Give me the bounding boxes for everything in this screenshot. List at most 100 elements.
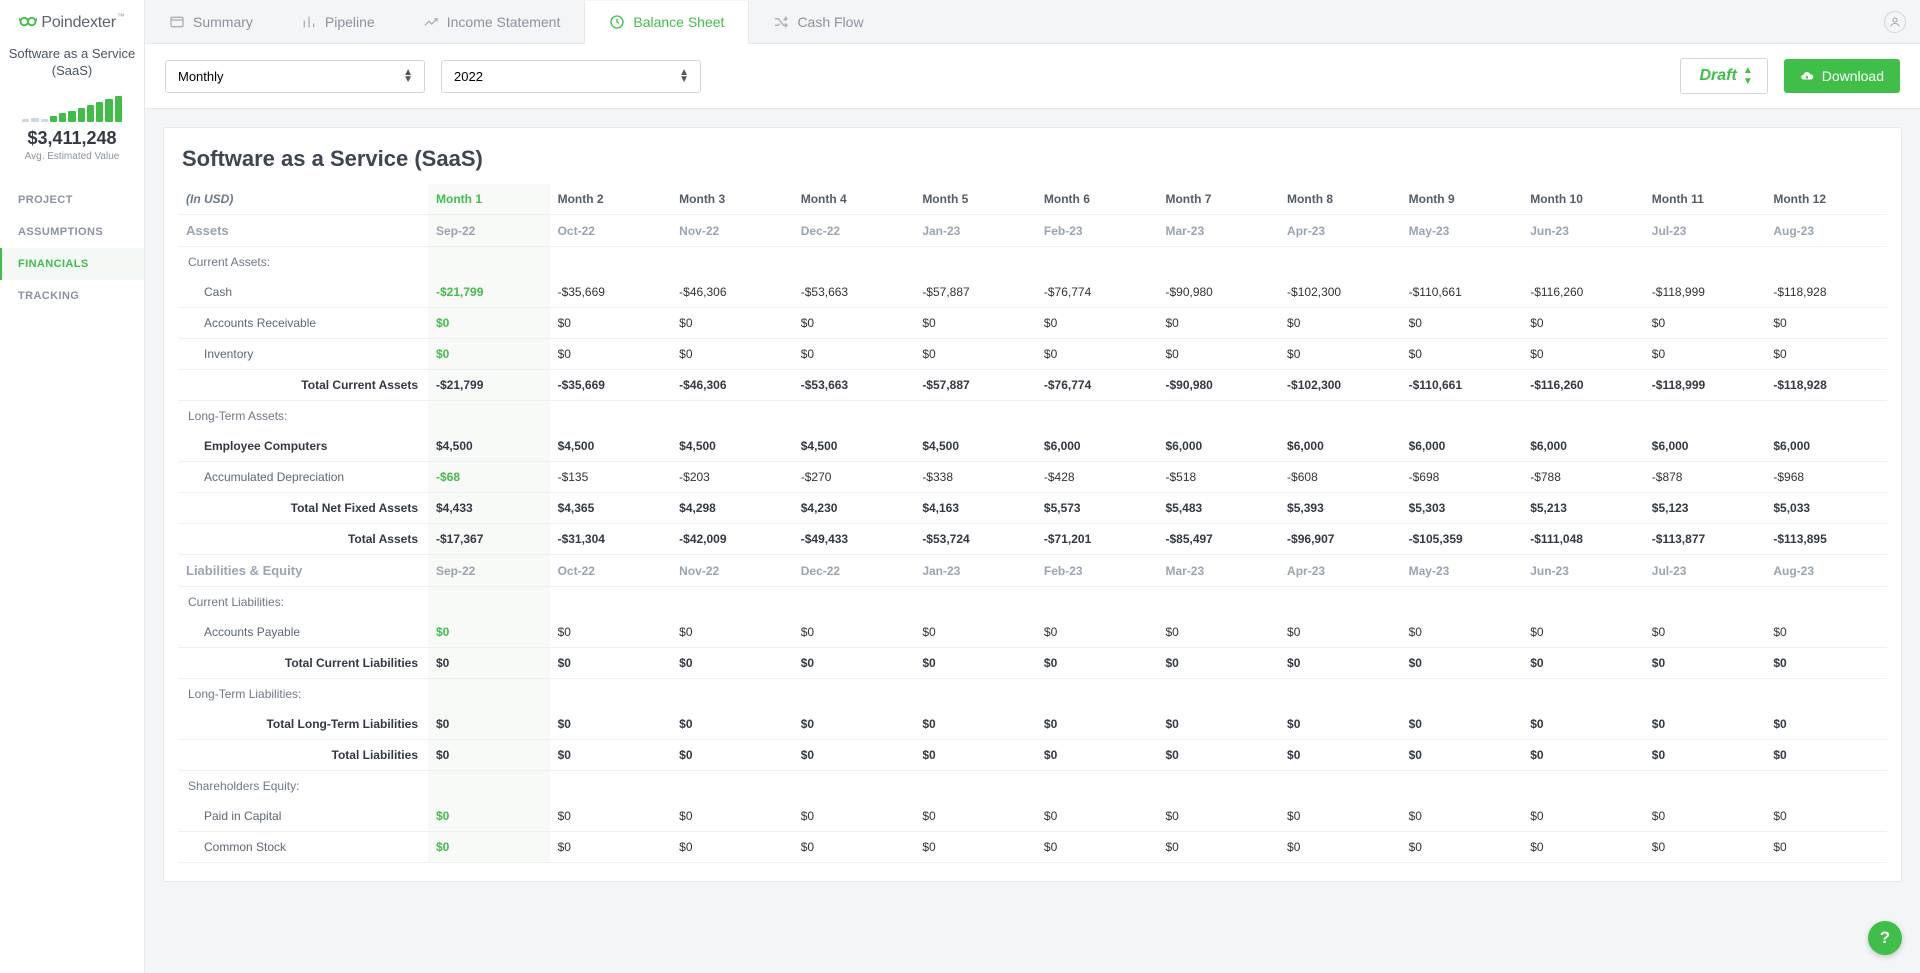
cell: $0 [671,339,793,370]
date-cell: Mar-23 [1157,215,1279,247]
tab-income-statement[interactable]: Income Statement [399,0,585,43]
cell: $0 [428,308,550,339]
row-label: Accounts Receivable [178,308,428,339]
cloud-download-icon [1800,69,1814,83]
cell: -$49,433 [793,524,915,555]
cell: $4,500 [793,431,915,462]
cell: $0 [1644,617,1766,648]
sidebar: Poindexter™ Software as a Service (SaaS)… [0,0,145,973]
cell: $0 [1644,339,1766,370]
total-label: Total Current Assets [178,370,428,401]
currency-note: (In USD) [178,184,428,215]
row-label: Accumulated Depreciation [178,462,428,493]
table-row: Accumulated Depreciation-$68-$135-$203-$… [178,462,1887,493]
cell: -$113,895 [1765,524,1887,555]
tab-balance-sheet[interactable]: Balance Sheet [584,1,749,44]
cell: $0 [1522,308,1644,339]
logo[interactable]: Poindexter™ [0,12,144,42]
status-draft[interactable]: Draft ▲▼ [1680,58,1767,94]
total-row: Total Liabilities$0$0$0$0$0$0$0$0$0$0$0$… [178,740,1887,771]
logo-text: Poindexter™ [41,14,124,32]
period-select[interactable]: Monthly [165,60,425,93]
nav-project[interactable]: PROJECT [0,184,144,216]
cell: -$270 [793,462,915,493]
cell: -$46,306 [671,277,793,308]
group-row: Shareholders Equity: [178,771,1887,802]
cell: $0 [1644,709,1766,740]
cell: $0 [914,709,1036,740]
date-cell: Oct-22 [550,215,672,247]
date-cell: Apr-23 [1279,555,1401,587]
bar-chart-icon [301,14,317,30]
date-cell: Mar-23 [1157,555,1279,587]
cell: $0 [1765,832,1887,863]
cell: $0 [428,617,550,648]
date-cell: Jan-23 [914,555,1036,587]
date-cell: Sep-22 [428,215,550,247]
cell: $0 [1765,339,1887,370]
cell: -$116,260 [1522,277,1644,308]
date-cell: Jul-23 [1644,555,1766,587]
cell: $0 [1765,709,1887,740]
cell: $0 [671,709,793,740]
table-row: Employee Computers$4,500$4,500$4,500$4,5… [178,431,1887,462]
balance-sheet-panel: Software as a Service (SaaS) (In USD) Mo… [163,127,1902,882]
cell: $0 [793,801,915,832]
cell: $0 [1401,308,1523,339]
cell: $4,500 [428,431,550,462]
col-month-9: Month 9 [1401,184,1523,215]
header-months-row: (In USD) Month 1 Month 2 Month 3 Month 4… [178,184,1887,215]
cell: $0 [671,832,793,863]
date-cell: Jan-23 [914,215,1036,247]
user-icon [1889,16,1901,28]
cell: -$68 [428,462,550,493]
cell: -$203 [671,462,793,493]
total-row: Total Current Liabilities$0$0$0$0$0$0$0$… [178,648,1887,679]
cell: -$53,663 [793,370,915,401]
group-label: Long-Term Liabilities: [178,679,428,710]
cell: $0 [671,308,793,339]
cell: $0 [1157,832,1279,863]
cell: $0 [1644,648,1766,679]
year-select[interactable]: 2022 [441,60,701,93]
tab-pipeline[interactable]: Pipeline [277,0,399,43]
cell: $0 [671,801,793,832]
gauge-icon [169,14,185,30]
user-menu-icon[interactable] [1884,11,1906,33]
tab-cash-flow[interactable]: Cash Flow [749,0,887,43]
cell: -$53,663 [793,277,915,308]
cell: $0 [1401,832,1523,863]
date-cell: May-23 [1401,555,1523,587]
cell: $0 [793,617,915,648]
cell: $6,000 [1644,431,1766,462]
cell: $4,230 [793,493,915,524]
nav-assumptions[interactable]: ASSUMPTIONS [0,216,144,248]
cell: $0 [914,740,1036,771]
cell: $0 [1522,617,1644,648]
cell: $0 [914,617,1036,648]
cell: -$110,661 [1401,277,1523,308]
cell: $0 [914,339,1036,370]
nav-tracking[interactable]: TRACKING [0,280,144,312]
download-button[interactable]: Download [1784,59,1900,93]
nav-financials[interactable]: FINANCIALS [0,248,144,280]
cell: -$698 [1401,462,1523,493]
date-cell: Apr-23 [1279,215,1401,247]
cell: $0 [428,339,550,370]
total-label: Total Net Fixed Assets [178,493,428,524]
cell: $0 [1279,709,1401,740]
cell: $4,163 [914,493,1036,524]
tab-summary[interactable]: Summary [145,0,277,43]
chevron-updown-icon: ▲▼ [1743,65,1753,87]
help-fab[interactable]: ? [1868,921,1902,955]
cell: $0 [1401,740,1523,771]
group-row: Current Assets: [178,247,1887,278]
cell: $5,483 [1157,493,1279,524]
row-label: Accounts Payable [178,617,428,648]
date-row: Liabilities & EquitySep-22Oct-22Nov-22De… [178,555,1887,587]
cell: -$42,009 [671,524,793,555]
date-cell: Feb-23 [1036,215,1158,247]
cell: $0 [1765,801,1887,832]
cell: $0 [1765,740,1887,771]
cell: $0 [1765,308,1887,339]
